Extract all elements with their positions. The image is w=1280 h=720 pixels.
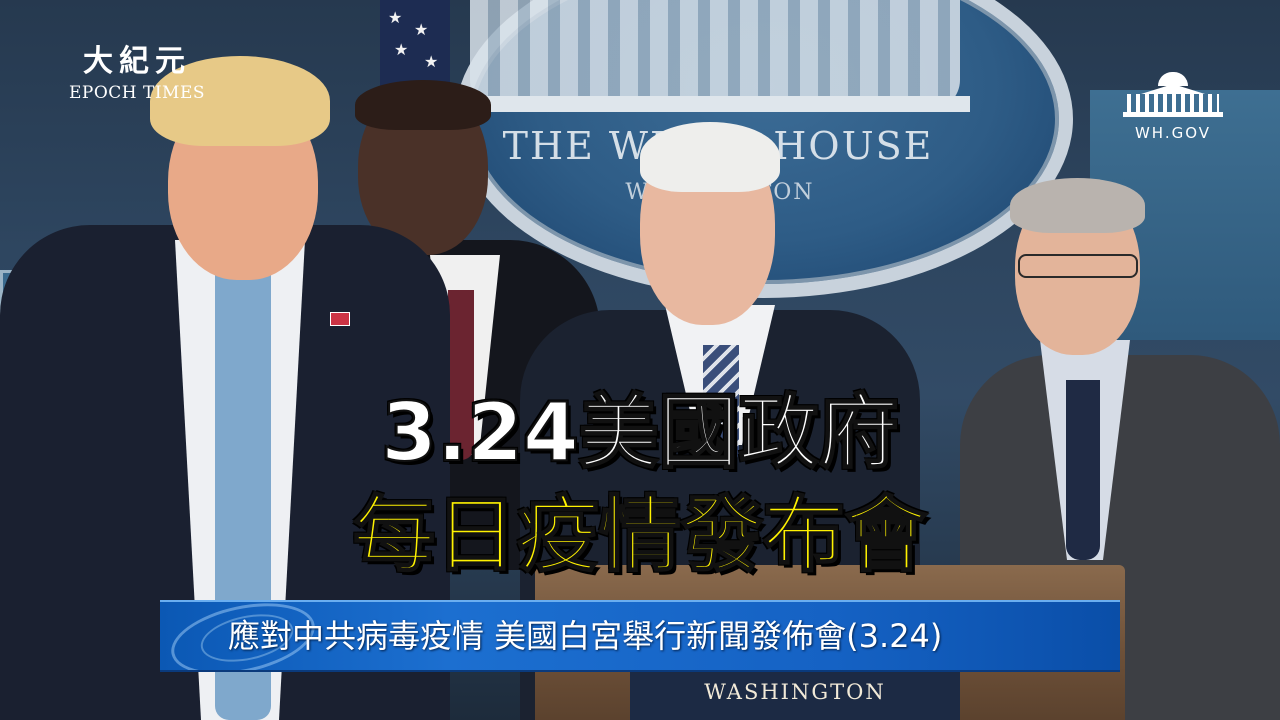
star-icon: ★ <box>414 20 429 39</box>
star-icon: ★ <box>424 52 439 71</box>
headline-line-2: 每日疫情發布會 <box>352 488 928 583</box>
star-icon: ★ <box>394 40 409 59</box>
wh-gov-label: WH.GOV <box>1134 124 1212 142</box>
hair <box>640 122 780 192</box>
star-icon: ★ <box>388 8 403 27</box>
ticker-caption: 應對中共病毒疫情 美國白宮舉行新聞發佈會(3.24) <box>228 617 943 655</box>
us-flag: ★ ★ ★ ★ <box>380 0 450 90</box>
hair <box>355 80 491 130</box>
news-ticker-bar: 應對中共病毒疫情 美國白宮舉行新聞發佈會(3.24) <box>160 600 1120 672</box>
white-house-building-roof <box>460 96 970 112</box>
podium-location-text: WASHINGTON <box>704 680 886 704</box>
headline-line-1: 3.24美國政府 <box>380 386 899 479</box>
logo-chinese-name: 大紀元 <box>83 44 191 79</box>
glasses <box>1018 254 1138 278</box>
hair <box>1010 178 1145 233</box>
epoch-times-logo: 大紀元 EPOCH TIMES <box>62 42 212 104</box>
video-frame[interactable]: THE WHITE HOUSE WASHINGTON ★ ★ ★ ★ <box>0 0 1280 720</box>
wh-gov-watermark: WH.GOV <box>1118 72 1228 142</box>
flag-pin-icon <box>330 312 350 326</box>
logo-english-name: EPOCH TIMES <box>68 83 206 103</box>
white-house-building-illustration <box>470 0 960 110</box>
white-house-icon <box>1123 72 1223 118</box>
